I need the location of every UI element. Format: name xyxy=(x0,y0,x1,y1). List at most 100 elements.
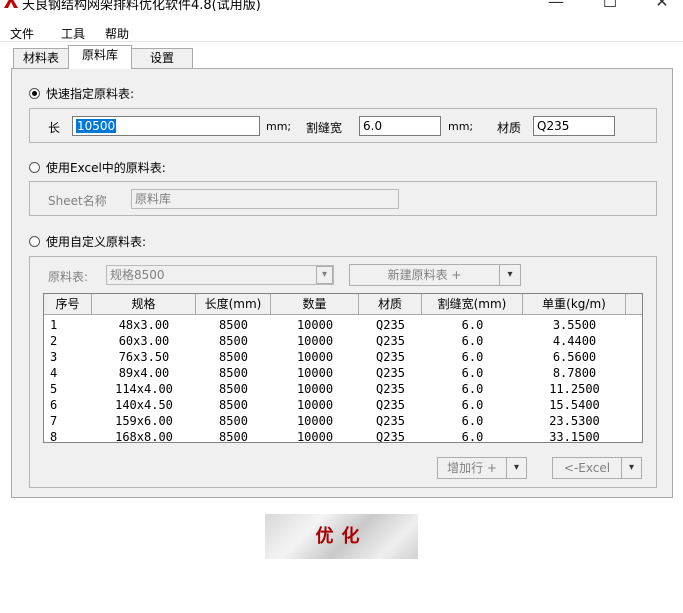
length-unit: mm; xyxy=(266,120,292,133)
table-cell[interactable]: 8500 xyxy=(196,381,271,397)
material-input[interactable]: Q235 xyxy=(533,116,615,136)
kerf-input[interactable]: 6.0 xyxy=(359,116,441,136)
add-row-dropdown-icon[interactable]: ▾ xyxy=(506,457,527,479)
table-cell[interactable]: 6.5600 xyxy=(523,349,626,365)
table-cell[interactable]: 23.5300 xyxy=(523,413,626,429)
table-cell[interactable]: 2 xyxy=(44,333,92,349)
raw-material-table[interactable]: 序号 规格 长度(mm) 数量 材质 割缝宽(mm) 单重(kg/m) 1 48x… xyxy=(43,293,643,443)
table-cell[interactable]: 8500 xyxy=(196,317,271,333)
table-cell[interactable]: 6.0 xyxy=(422,397,523,413)
table-cell[interactable]: 6.0 xyxy=(422,349,523,365)
col-header-filler xyxy=(626,294,642,315)
menu-bar: 文件 工具 帮助 xyxy=(0,22,683,42)
table-cell[interactable]: 3 xyxy=(44,349,92,365)
length-input[interactable]: 10500 xyxy=(72,116,260,136)
table-cell[interactable]: 8 xyxy=(44,429,92,442)
table-cell[interactable]: 10000 xyxy=(271,349,359,365)
tab-raw-material-library[interactable]: 原料库 xyxy=(68,45,132,69)
table-cell[interactable]: 10000 xyxy=(271,333,359,349)
excel-radio[interactable] xyxy=(29,162,40,173)
table-cell[interactable]: 10000 xyxy=(271,429,359,442)
table-cell[interactable]: Q235 xyxy=(359,333,422,349)
table-cell[interactable]: Q235 xyxy=(359,397,422,413)
table-cell[interactable]: 1 xyxy=(44,317,92,333)
col-header-spec[interactable]: 规格 xyxy=(92,294,196,315)
close-button[interactable]: ✕ xyxy=(642,0,682,14)
table-cell[interactable]: Q235 xyxy=(359,349,422,365)
table-cell[interactable]: 76x3.50 xyxy=(92,349,196,365)
table-cell[interactable]: 6.0 xyxy=(422,333,523,349)
custom-radio[interactable] xyxy=(29,236,40,247)
kerf-unit: mm; xyxy=(448,120,474,133)
import-excel-dropdown-icon[interactable]: ▾ xyxy=(621,457,642,479)
col-header-material[interactable]: 材质 xyxy=(359,294,422,315)
sheet-name-input[interactable]: 原料库 xyxy=(131,189,399,209)
table-cell[interactable]: 6 xyxy=(44,397,92,413)
table-cell[interactable]: 10000 xyxy=(271,317,359,333)
col-header-length[interactable]: 长度(mm) xyxy=(196,294,271,315)
table-cell[interactable]: 33.1500 xyxy=(523,429,626,442)
import-excel-button[interactable]: <-Excel xyxy=(552,457,622,479)
minimize-button[interactable]: — xyxy=(536,0,576,14)
kerf-label: 割缝宽 xyxy=(306,121,343,135)
table-cell[interactable]: 168x8.00 xyxy=(92,429,196,442)
table-select-dropdown-icon[interactable]: ▾ xyxy=(316,266,333,284)
menu-help[interactable]: 帮助 xyxy=(105,25,129,42)
table-cell[interactable]: 8500 xyxy=(196,429,271,442)
table-cell[interactable]: 6.0 xyxy=(422,429,523,442)
maximize-button[interactable]: ☐ xyxy=(590,0,630,14)
col-header-unit-weight[interactable]: 单重(kg/m) xyxy=(523,294,626,315)
new-table-dropdown-icon[interactable]: ▾ xyxy=(499,264,521,286)
material-label: 材质 xyxy=(497,121,522,135)
table-cell[interactable]: 8500 xyxy=(196,333,271,349)
col-header-quantity[interactable]: 数量 xyxy=(271,294,359,315)
table-cell[interactable]: 15.5400 xyxy=(523,397,626,413)
new-table-button[interactable]: 新建原料表 + xyxy=(349,264,500,286)
table-cell[interactable]: 8500 xyxy=(196,349,271,365)
table-cell[interactable]: 6.0 xyxy=(422,317,523,333)
col-header-kerf[interactable]: 割缝宽(mm) xyxy=(422,294,523,315)
menu-file[interactable]: 文件 xyxy=(10,25,34,42)
table-cell[interactable]: 48x3.00 xyxy=(92,317,196,333)
quick-label: 快速指定原料表: xyxy=(46,87,135,101)
table-cell[interactable]: 10000 xyxy=(271,365,359,381)
table-cell[interactable]: 10000 xyxy=(271,413,359,429)
table-cell[interactable]: 140x4.50 xyxy=(92,397,196,413)
table-cell[interactable]: 10000 xyxy=(271,397,359,413)
table-cell[interactable]: 7 xyxy=(44,413,92,429)
table-cell[interactable]: 114x4.00 xyxy=(92,381,196,397)
table-cell[interactable]: 6.0 xyxy=(422,381,523,397)
add-row-button[interactable]: 增加行 + xyxy=(437,457,507,479)
tab-settings[interactable]: 设置 xyxy=(131,48,193,68)
table-cell[interactable]: 8500 xyxy=(196,397,271,413)
length-label: 长 xyxy=(48,121,61,135)
quick-radio[interactable] xyxy=(29,88,40,99)
table-cell[interactable]: 8500 xyxy=(196,413,271,429)
table-cell[interactable]: 4.4400 xyxy=(523,333,626,349)
table-cell[interactable]: 8500 xyxy=(196,365,271,381)
table-cell[interactable]: 89x4.00 xyxy=(92,365,196,381)
table-cell[interactable]: 3.5500 xyxy=(523,317,626,333)
table-cell[interactable]: 10000 xyxy=(271,381,359,397)
col-header-index[interactable]: 序号 xyxy=(44,294,92,315)
table-cell[interactable]: 60x3.00 xyxy=(92,333,196,349)
table-cell[interactable]: Q235 xyxy=(359,413,422,429)
table-cell[interactable]: 8.7800 xyxy=(523,365,626,381)
table-cell[interactable]: 159x6.00 xyxy=(92,413,196,429)
table-cell[interactable]: Q235 xyxy=(359,317,422,333)
excel-label: 使用Excel中的原料表: xyxy=(46,161,166,175)
table-cell[interactable]: Q235 xyxy=(359,429,422,442)
table-cell[interactable]: 6.0 xyxy=(422,365,523,381)
table-select[interactable]: 规格8500 xyxy=(106,265,334,285)
menu-tools[interactable]: 工具 xyxy=(61,25,85,42)
optimize-button[interactable]: 优化 xyxy=(265,514,418,559)
table-cell[interactable]: 5 xyxy=(44,381,92,397)
table-cell[interactable]: Q235 xyxy=(359,381,422,397)
table-cell[interactable]: Q235 xyxy=(359,365,422,381)
table-cell[interactable]: 11.2500 xyxy=(523,381,626,397)
tab-material-list[interactable]: 材料表 xyxy=(13,48,69,68)
table-cell[interactable]: 4 xyxy=(44,365,92,381)
app-logo-icon xyxy=(4,0,18,8)
table-cell[interactable]: 6.0 xyxy=(422,413,523,429)
sheet-name-label: Sheet名称 xyxy=(48,194,107,208)
